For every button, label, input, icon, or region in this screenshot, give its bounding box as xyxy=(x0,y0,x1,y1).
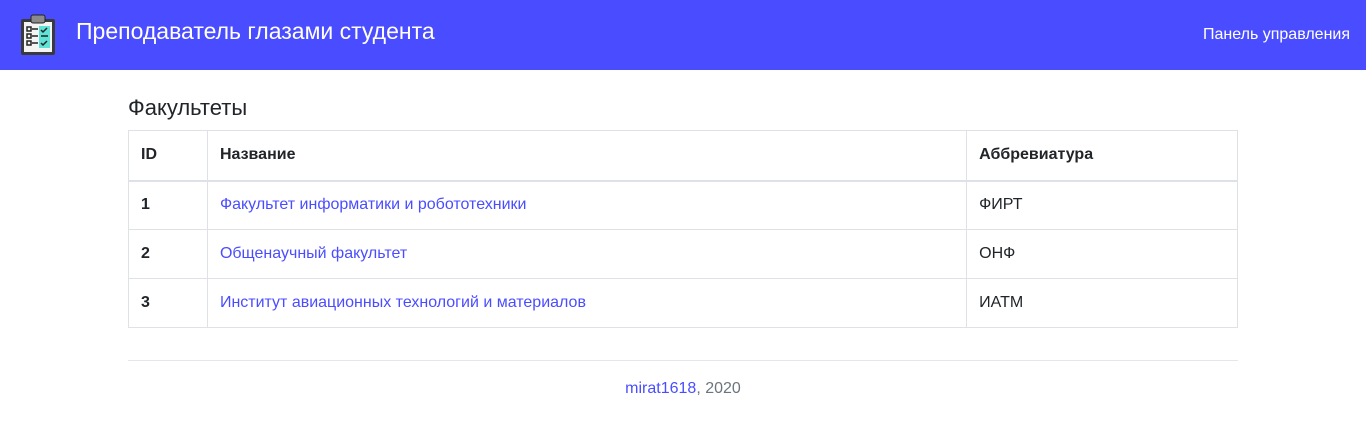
faculty-name-link[interactable]: Факультет информатики и робототехники xyxy=(220,196,527,213)
faculty-name-link[interactable]: Общенаучный факультет xyxy=(220,245,407,262)
faculty-id: 3 xyxy=(128,278,208,328)
page-title: Факультеты xyxy=(128,95,248,120)
column-header-id: ID xyxy=(128,130,208,182)
faculty-name-cell: Общенаучный факультет xyxy=(206,229,968,279)
top-navbar: Преподаватель глазами студента Панель уп… xyxy=(0,0,1366,70)
site-title-link[interactable]: Преподаватель глазами студента xyxy=(76,17,435,45)
faculty-abbreviation: ОНФ xyxy=(966,229,1238,279)
table-row: 3 Институт авиационных технологий и мате… xyxy=(128,278,1238,328)
faculty-name-link[interactable]: Институт авиационных технологий и матери… xyxy=(220,294,586,311)
faculty-id: 1 xyxy=(128,180,208,230)
table-row: 1 Факультет информатики и робототехники … xyxy=(128,180,1238,230)
faculty-abbreviation: ИАТМ xyxy=(966,278,1238,328)
faculty-name-cell: Факультет информатики и робототехники xyxy=(206,180,968,230)
faculties-table: ID Название Аббревиатура 1 Факультет инф… xyxy=(128,130,1238,328)
table-row: 2 Общенаучный факультет ОНФ xyxy=(128,229,1238,279)
admin-panel-link[interactable]: Панель управления xyxy=(1203,25,1350,45)
table-header-row: ID Название Аббревиатура xyxy=(128,130,1238,182)
faculty-abbreviation: ФИРТ xyxy=(966,180,1238,230)
footer-divider xyxy=(128,360,1238,361)
author-link[interactable]: mirat1618 xyxy=(625,380,696,397)
faculty-id: 2 xyxy=(128,229,208,279)
faculty-name-cell: Институт авиационных технологий и матери… xyxy=(206,278,968,328)
copyright-year: , 2020 xyxy=(696,380,741,397)
clipboard-checklist-icon[interactable] xyxy=(18,14,58,56)
column-header-name: Название xyxy=(206,130,968,182)
column-header-abbreviation: Аббревиатура xyxy=(966,130,1238,182)
page-footer: mirat1618, 2020 xyxy=(128,379,1238,399)
